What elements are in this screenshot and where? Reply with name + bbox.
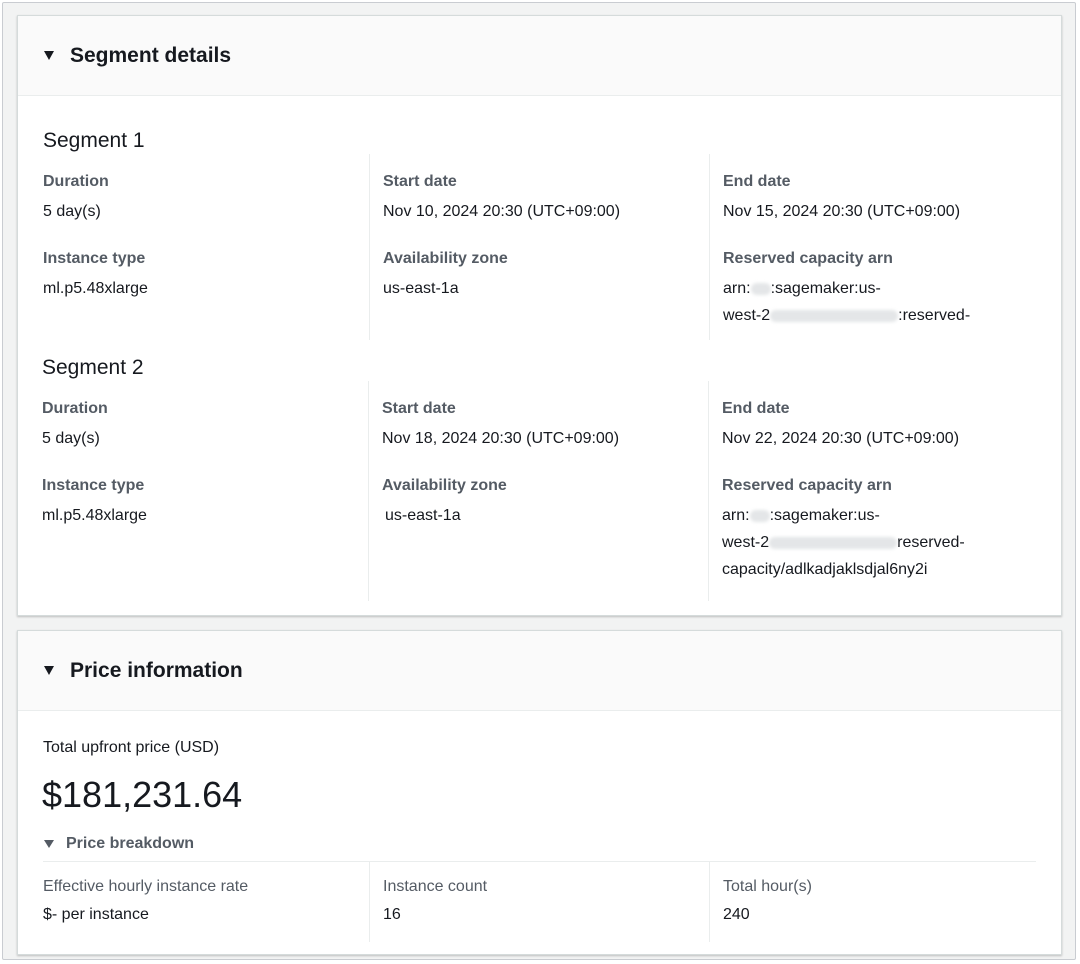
instance-count-label: Instance count	[383, 878, 488, 895]
availability-zone-field: Availability zone us-east-1a	[383, 249, 723, 302]
start-date-field: Start date Nov 10, 2024 20:30 (UTC+09:00…	[383, 172, 723, 225]
segment-details-panel: Segment details Segment 1 Duration 5 day…	[17, 15, 1062, 616]
end-date-label: End date	[722, 400, 790, 417]
instance-count-value: 16	[383, 906, 401, 923]
redacted-account-id	[750, 282, 771, 295]
availability-zone-label: Availability zone	[382, 477, 507, 494]
hourly-rate-value: $- per instance	[43, 906, 149, 923]
duration-value: 5 day(s)	[42, 430, 100, 447]
start-date-label: Start date	[383, 173, 457, 190]
arn-prefix: arn:	[722, 507, 750, 524]
price-information-panel: Price information Total upfront price (U…	[17, 630, 1062, 955]
reserved-capacity-arn-label: Reserved capacity arn	[723, 250, 893, 267]
end-date-value: Nov 22, 2024 20:30 (UTC+09:00)	[722, 430, 960, 447]
total-upfront-price-value: $181,231.64	[42, 774, 243, 815]
instance-type-value: ml.p5.48xlarge	[42, 507, 147, 524]
segment-col-left: Duration 5 day(s) Instance type ml.p5.48…	[43, 172, 383, 302]
arn-resource: reserved-	[897, 534, 965, 551]
start-date-field: Start date Nov 18, 2024 20:30 (UTC+09:00…	[382, 399, 722, 452]
column-divider	[368, 381, 369, 601]
reserved-capacity-arn-field: Reserved capacity arn arn: :sagemaker:us-…	[723, 249, 1063, 329]
column-divider	[369, 862, 370, 942]
end-date-field: End date Nov 22, 2024 20:30 (UTC+09:00)	[722, 399, 1062, 452]
instance-type-field: Instance type ml.p5.48xlarge	[42, 476, 382, 529]
segment-col-middle: Start date Nov 10, 2024 20:30 (UTC+09:00…	[383, 172, 723, 302]
price-information-header[interactable]: Price information	[18, 631, 1061, 711]
arn-service: :sagemaker:us-	[769, 507, 880, 524]
arn-region: west-2	[723, 307, 771, 324]
arn-prefix: arn:	[723, 280, 751, 297]
caret-down-icon[interactable]	[44, 51, 54, 60]
instance-type-field: Instance type ml.p5.48xlarge	[43, 249, 383, 302]
caret-down-icon[interactable]	[44, 840, 54, 848]
duration-field: Duration 5 day(s)	[42, 399, 382, 452]
price-breakdown-toggle[interactable]: Price breakdown	[44, 835, 194, 853]
availability-zone-label: Availability zone	[383, 250, 508, 267]
end-date-label: End date	[723, 173, 791, 190]
column-divider	[709, 862, 710, 942]
duration-value: 5 day(s)	[43, 203, 101, 220]
segment-title: Segment 2	[42, 356, 144, 379]
segment-details-title: Segment details	[70, 43, 232, 67]
caret-down-icon[interactable]	[44, 666, 54, 675]
end-date-value: Nov 15, 2024 20:30 (UTC+09:00)	[723, 203, 961, 220]
breakdown-divider	[43, 861, 1036, 862]
total-hours-label: Total hour(s)	[723, 878, 812, 895]
arn-resource: :reserved-	[898, 307, 971, 324]
segment-details-header[interactable]: Segment details	[18, 16, 1061, 96]
availability-zone-value: us-east-1a	[383, 280, 459, 297]
hourly-rate-label: Effective hourly instance rate	[43, 878, 249, 895]
instance-type-label: Instance type	[43, 250, 146, 267]
segment-col-right: End date Nov 22, 2024 20:30 (UTC+09:00) …	[722, 399, 1062, 583]
instance-type-label: Instance type	[42, 477, 145, 494]
instance-type-value: ml.p5.48xlarge	[43, 280, 148, 297]
end-date-field: End date Nov 15, 2024 20:30 (UTC+09:00)	[723, 172, 1063, 225]
segment-col-middle: Start date Nov 18, 2024 20:30 (UTC+09:00…	[382, 399, 722, 529]
reserved-capacity-arn-value: arn: :sagemaker:us- west-2 reserved- capac…	[722, 502, 1062, 583]
segment-col-right: End date Nov 15, 2024 20:30 (UTC+09:00) …	[723, 172, 1063, 329]
column-divider	[709, 154, 710, 340]
total-hours-field: Total hour(s) 240	[723, 877, 1053, 927]
price-information-title: Price information	[70, 658, 243, 682]
reserved-capacity-arn-field: Reserved capacity arn arn: :sagemaker:us-…	[722, 476, 1062, 583]
redacted-account-number	[769, 536, 898, 549]
redacted-account-id	[749, 509, 770, 522]
arn-capacity-id: capacity/adlkadjaklsdjal6ny2i	[722, 561, 928, 578]
segment-col-left: Duration 5 day(s) Instance type ml.p5.48…	[42, 399, 382, 529]
total-upfront-price-label: Total upfront price (USD)	[43, 739, 220, 756]
arn-region: west-2	[722, 534, 770, 551]
instance-count-field: Instance count 16	[383, 877, 713, 927]
start-date-label: Start date	[382, 400, 456, 417]
price-breakdown-label: Price breakdown	[66, 835, 195, 852]
column-divider	[708, 381, 709, 601]
page-frame: Segment details Segment 1 Duration 5 day…	[2, 2, 1076, 960]
availability-zone-value: us-east-1a	[385, 507, 461, 524]
segment-title: Segment 1	[43, 129, 145, 152]
availability-zone-field: Availability zone us-east-1a	[382, 476, 722, 529]
duration-field: Duration 5 day(s)	[43, 172, 383, 225]
duration-label: Duration	[43, 173, 109, 190]
total-hours-value: 240	[723, 906, 750, 923]
duration-label: Duration	[42, 400, 108, 417]
column-divider	[369, 154, 370, 340]
reserved-capacity-arn-label: Reserved capacity arn	[722, 477, 892, 494]
redacted-account-number	[770, 309, 899, 322]
start-date-value: Nov 10, 2024 20:30 (UTC+09:00)	[383, 203, 621, 220]
reserved-capacity-arn-value: arn: :sagemaker:us- west-2 :reserved-	[723, 275, 1063, 329]
hourly-rate-field: Effective hourly instance rate $- per in…	[43, 877, 373, 927]
arn-service: :sagemaker:us-	[770, 280, 881, 297]
start-date-value: Nov 18, 2024 20:30 (UTC+09:00)	[382, 430, 620, 447]
